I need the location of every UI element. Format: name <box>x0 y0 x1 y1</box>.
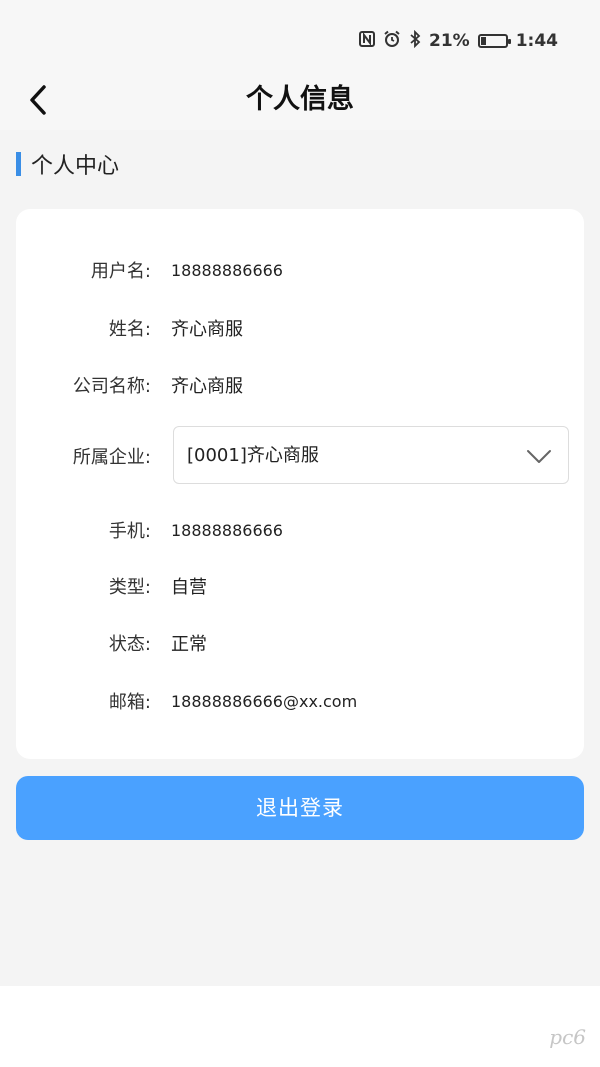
email-value: 18888886666@xx.com <box>171 691 358 711</box>
alarm-icon <box>383 30 401 52</box>
section-title: 个人中心 <box>31 154 120 179</box>
enterprise-label: 所属企业: <box>72 447 151 468</box>
company-label: 公司名称: <box>72 376 151 397</box>
watermark-logo: pc6 <box>549 1025 586 1049</box>
phone-label: 手机: <box>108 521 151 542</box>
status-time: 1:44 <box>515 31 558 51</box>
type-value: 自营 <box>171 577 207 598</box>
profile-card: 用户名: 18888886666 姓名: 齐心商服 公司名称: 齐心商服 所属企… <box>16 209 584 759</box>
row-username: 用户名: 18888886666 <box>16 250 584 290</box>
enterprise-selected-value: [0001]齐心商服 <box>187 445 319 466</box>
type-label: 类型: <box>108 577 151 598</box>
enterprise-select[interactable]: [0001]齐心商服 <box>173 426 569 484</box>
logout-button[interactable]: 退出登录 <box>16 776 584 840</box>
name-value: 齐心商服 <box>171 319 243 340</box>
row-phone: 手机: 18888886666 <box>16 510 584 550</box>
row-name: 姓名: 齐心商服 <box>16 308 584 348</box>
username-value: 18888886666 <box>171 260 283 280</box>
chevron-down-icon <box>527 450 551 463</box>
status-bar: 21% 1:44 <box>0 0 600 70</box>
username-label: 用户名: <box>90 261 151 282</box>
battery-percent: 21% <box>429 31 470 51</box>
bottom-area: pc6 <box>0 986 600 1067</box>
row-status: 状态: 正常 <box>16 623 584 663</box>
battery-icon <box>477 34 511 48</box>
status-icons: 21% 1:44 <box>359 29 558 52</box>
company-value: 齐心商服 <box>171 376 243 397</box>
status-value: 正常 <box>171 634 207 655</box>
nfc-icon <box>359 31 375 51</box>
bluetooth-icon <box>409 29 421 52</box>
name-label: 姓名: <box>108 319 151 340</box>
row-company: 公司名称: 齐心商服 <box>16 365 584 405</box>
nav-bar: 个人信息 <box>0 70 600 130</box>
page-title: 个人信息 <box>246 84 354 115</box>
section-accent-bar <box>16 152 21 176</box>
battery-level <box>480 37 486 45</box>
status-label: 状态: <box>108 634 151 655</box>
email-label: 邮箱: <box>108 692 151 713</box>
section-header: 个人中心 <box>16 148 119 180</box>
phone-value: 18888886666 <box>171 520 283 540</box>
row-type: 类型: 自营 <box>16 566 584 606</box>
row-email: 邮箱: 18888886666@xx.com <box>16 681 584 721</box>
